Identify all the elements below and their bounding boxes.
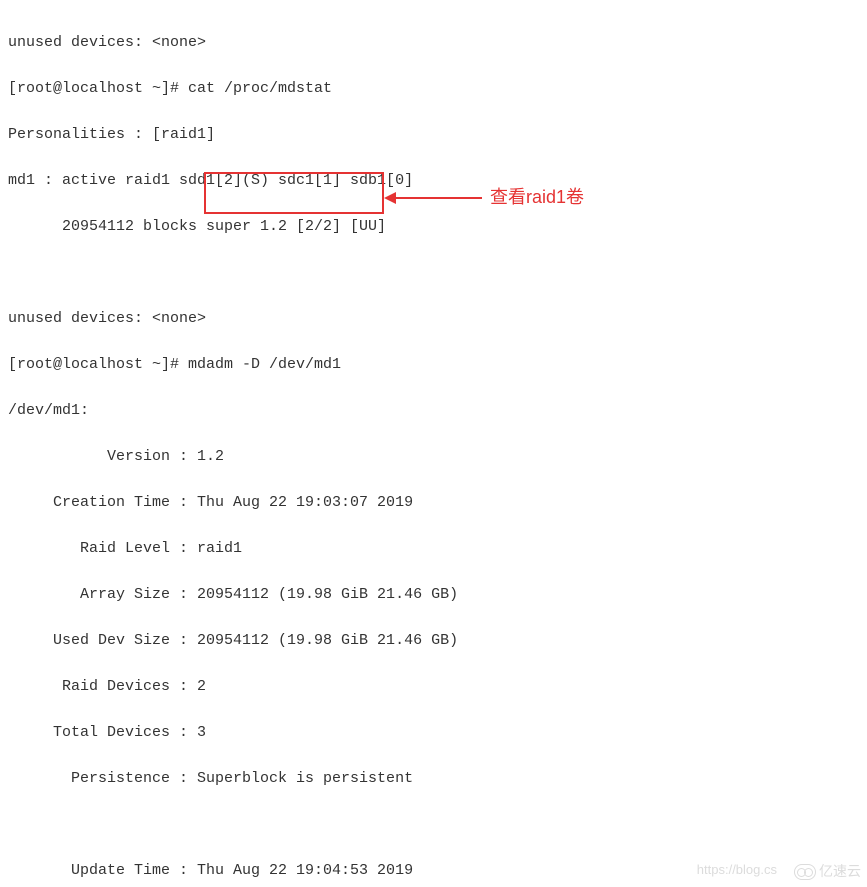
output-line: Version : 1.2 (8, 445, 847, 468)
output-line: Raid Level : raid1 (8, 537, 847, 560)
output-line: Creation Time : Thu Aug 22 19:03:07 2019 (8, 491, 847, 514)
prompt-line: [root@localhost ~]# cat /proc/mdstat (8, 77, 847, 100)
prompt-line: [root@localhost ~]# mdadm -D /dev/md1 (8, 353, 847, 376)
output-line: Total Devices : 3 (8, 721, 847, 744)
output-line: /dev/md1: (8, 399, 847, 422)
output-line (8, 813, 847, 836)
output-line: unused devices: <none> (8, 31, 847, 54)
command-text: cat /proc/mdstat (188, 80, 332, 97)
output-line: Update Time : Thu Aug 22 19:04:53 2019 (8, 859, 847, 882)
command-text: mdadm -D /dev/md1 (188, 356, 341, 373)
output-line: Array Size : 20954112 (19.98 GiB 21.46 G… (8, 583, 847, 606)
output-line: Personalities : [raid1] (8, 123, 847, 146)
shell-prompt: [root@localhost ~]# (8, 80, 188, 97)
shell-prompt: [root@localhost ~]# (8, 356, 188, 373)
output-line: Used Dev Size : 20954112 (19.98 GiB 21.4… (8, 629, 847, 652)
output-line: Persistence : Superblock is persistent (8, 767, 847, 790)
output-line (8, 261, 847, 284)
terminal-output: unused devices: <none> [root@localhost ~… (0, 0, 855, 887)
output-line: md1 : active raid1 sdd1[2](S) sdc1[1] sd… (8, 169, 847, 192)
output-line: 20954112 blocks super 1.2 [2/2] [UU] (8, 215, 847, 238)
terminal-viewport[interactable]: unused devices: <none> [root@localhost ~… (0, 0, 855, 887)
output-line: Raid Devices : 2 (8, 675, 847, 698)
output-line: unused devices: <none> (8, 307, 847, 330)
